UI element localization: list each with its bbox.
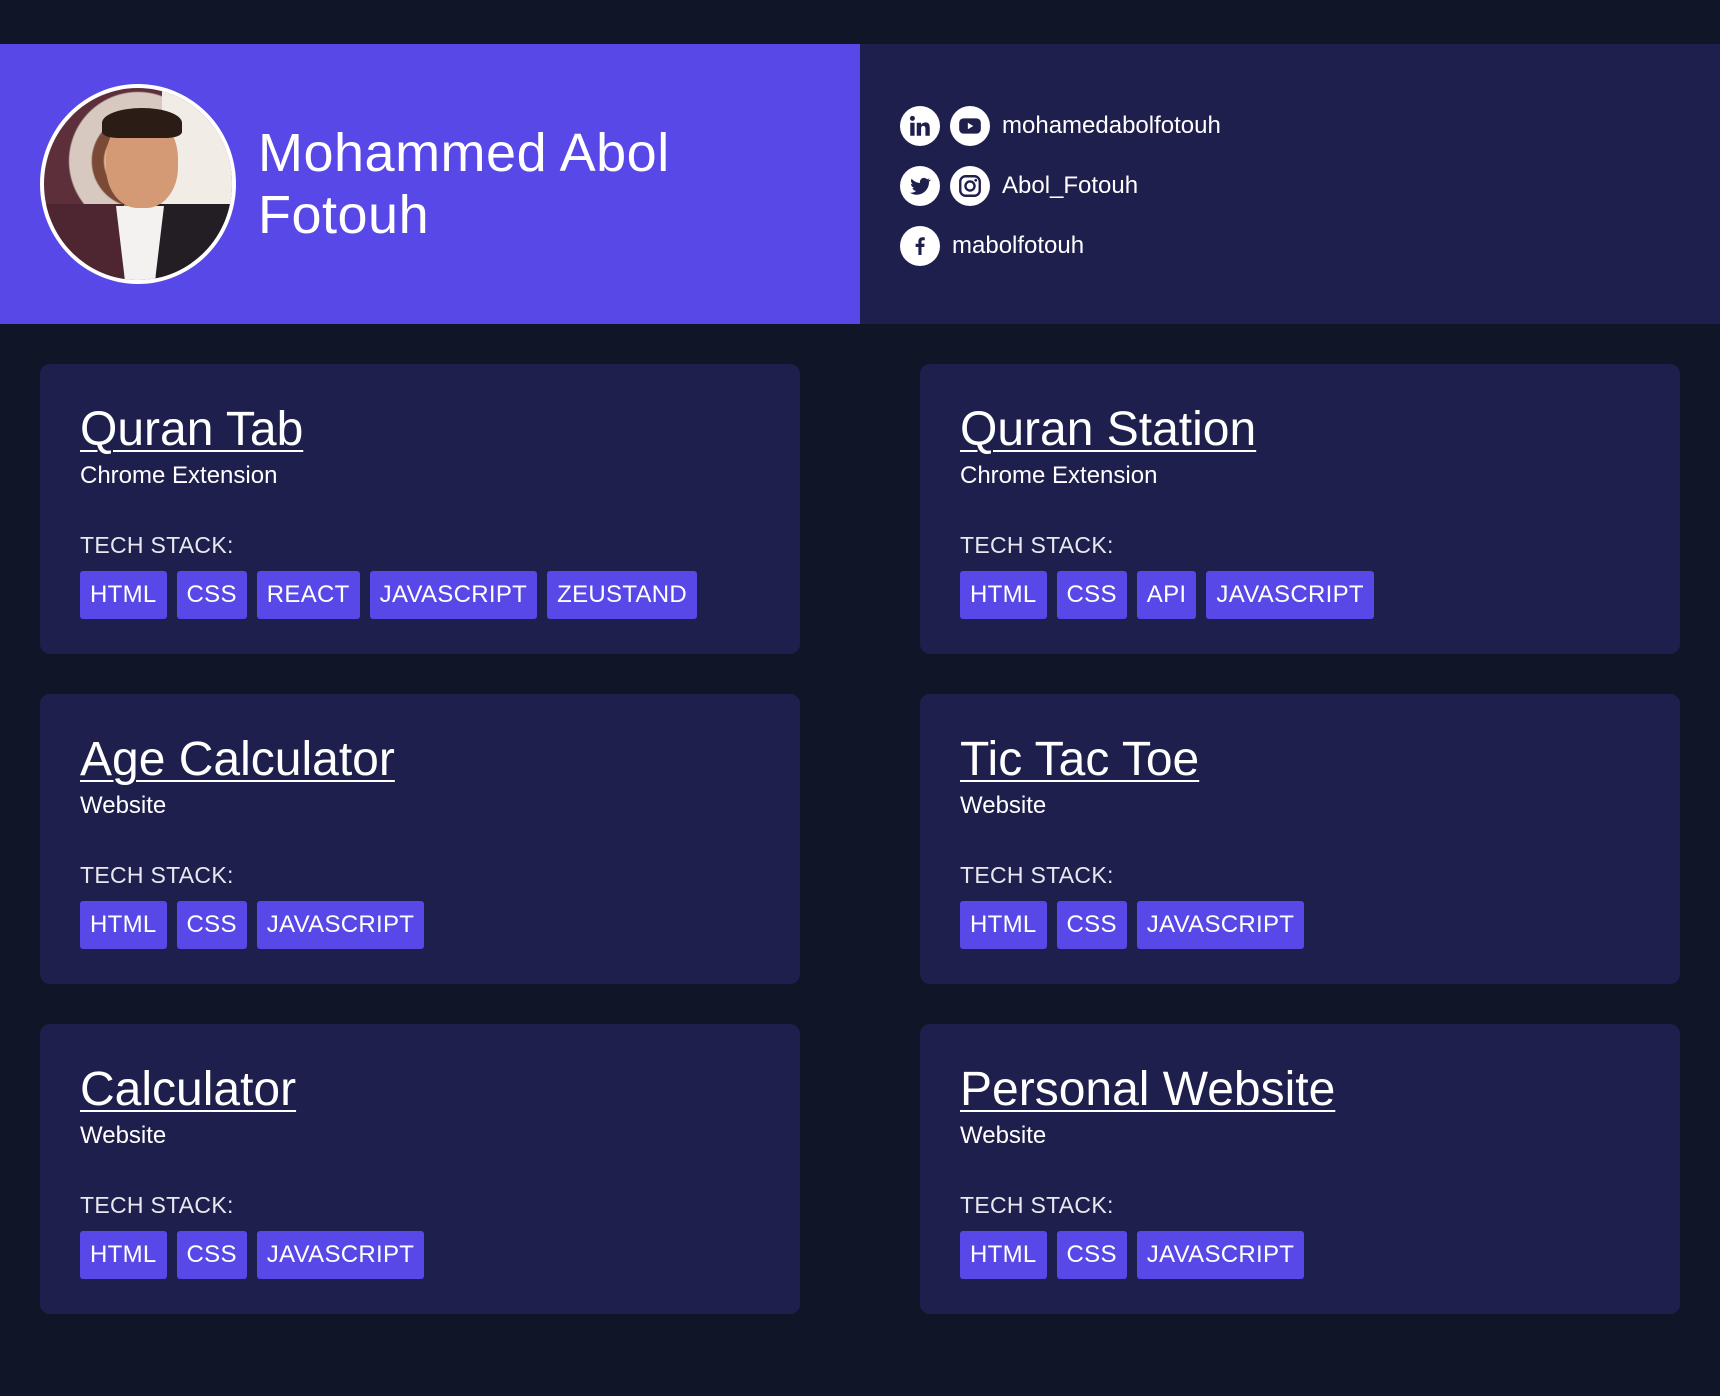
projects-grid: Quran Tab Chrome Extension TECH STACK: H… xyxy=(40,364,1680,1314)
tech-tag: CSS xyxy=(176,1231,247,1279)
tech-tag: CSS xyxy=(176,901,247,949)
social-row-instagram: Abol_Fotouh xyxy=(900,156,1720,216)
project-card: Age Calculator Website TECH STACK: HTML … xyxy=(40,694,800,984)
tech-tag: HTML xyxy=(80,901,167,949)
project-card: Calculator Website TECH STACK: HTML CSS … xyxy=(40,1024,800,1314)
project-title-link[interactable]: Quran Station xyxy=(960,404,1256,456)
tech-tag: JAVASCRIPT xyxy=(256,1231,425,1279)
project-title-link[interactable]: Tic Tac Toe xyxy=(960,734,1199,786)
project-title-link[interactable]: Personal Website xyxy=(960,1064,1335,1116)
profile-banner: Mohammed Abol Fotouh xyxy=(0,44,860,324)
project-type: Website xyxy=(80,1122,167,1149)
profile-name: Mohammed Abol Fotouh xyxy=(258,123,670,245)
youtube-handle[interactable]: mohamedabolfotouh xyxy=(1002,112,1221,140)
tech-tag: HTML xyxy=(80,571,167,619)
tech-tag: CSS xyxy=(1056,901,1127,949)
tech-tag: CSS xyxy=(176,571,247,619)
tech-tag: JAVASCRIPT xyxy=(1136,1231,1305,1279)
tech-tag: HTML xyxy=(960,901,1047,949)
tech-tag: HTML xyxy=(960,1231,1047,1279)
project-card: Quran Station Chrome Extension TECH STAC… xyxy=(920,364,1680,654)
project-card: Personal Website Website TECH STACK: HTM… xyxy=(920,1024,1680,1314)
tech-stack-label: TECH STACK: xyxy=(80,862,234,888)
facebook-handle[interactable]: mabolfotouh xyxy=(952,232,1084,260)
tech-tag: JAVASCRIPT xyxy=(1136,901,1305,949)
tech-stack-tags: HTML CSS JAVASCRIPT xyxy=(80,901,760,949)
tech-tag: JAVASCRIPT xyxy=(369,571,538,619)
tech-tag: CSS xyxy=(1056,571,1127,619)
tech-stack-tags: HTML CSS JAVASCRIPT xyxy=(960,1231,1640,1279)
tech-tag: API xyxy=(1136,571,1197,619)
social-row-youtube: mohamedabolfotouh xyxy=(900,96,1720,156)
youtube-icon[interactable] xyxy=(950,106,990,146)
project-title-link[interactable]: Age Calculator xyxy=(80,734,395,786)
project-type: Website xyxy=(80,792,167,819)
tech-stack-tags: HTML CSS API JAVASCRIPT xyxy=(960,571,1640,619)
tech-tag: CSS xyxy=(1056,1231,1127,1279)
project-type: Chrome Extension xyxy=(80,462,278,489)
project-card: Tic Tac Toe Website TECH STACK: HTML CSS… xyxy=(920,694,1680,984)
avatar xyxy=(40,84,236,284)
tech-stack-tags: HTML CSS JAVASCRIPT xyxy=(960,901,1640,949)
twitter-icon[interactable] xyxy=(900,166,940,206)
tech-tag: HTML xyxy=(80,1231,167,1279)
social-row-facebook: mabolfotouh xyxy=(900,216,1720,276)
tech-stack-label: TECH STACK: xyxy=(960,532,1114,558)
project-type: Chrome Extension xyxy=(960,462,1158,489)
tech-stack-tags: HTML CSS REACT JAVASCRIPT ZEUSTAND xyxy=(80,571,760,619)
project-title-link[interactable]: Calculator xyxy=(80,1064,296,1116)
tech-stack-label: TECH STACK: xyxy=(960,862,1114,888)
tech-stack-label: TECH STACK: xyxy=(80,1192,234,1218)
project-type: Website xyxy=(960,792,1047,819)
tech-tag: REACT xyxy=(256,571,360,619)
instagram-handle[interactable]: Abol_Fotouh xyxy=(1002,172,1138,200)
tech-tag: HTML xyxy=(960,571,1047,619)
linkedin-icon[interactable] xyxy=(900,106,940,146)
project-type: Website xyxy=(960,1122,1047,1149)
project-card: Quran Tab Chrome Extension TECH STACK: H… xyxy=(40,364,800,654)
tech-tag: JAVASCRIPT xyxy=(256,901,425,949)
project-title-link[interactable]: Quran Tab xyxy=(80,404,303,456)
tech-stack-tags: HTML CSS JAVASCRIPT xyxy=(80,1231,760,1279)
facebook-icon[interactable] xyxy=(900,226,940,266)
instagram-icon[interactable] xyxy=(950,166,990,206)
social-links: mohamedabolfotouh Abol_Fotouh mabolfotou… xyxy=(860,44,1720,324)
tech-tag: ZEUSTAND xyxy=(547,571,698,619)
tech-tag: JAVASCRIPT xyxy=(1206,571,1374,619)
tech-stack-label: TECH STACK: xyxy=(80,532,234,558)
profile-header: Mohammed Abol Fotouh mohamedabolfotouh A… xyxy=(0,44,1720,324)
tech-stack-label: TECH STACK: xyxy=(960,1192,1114,1218)
